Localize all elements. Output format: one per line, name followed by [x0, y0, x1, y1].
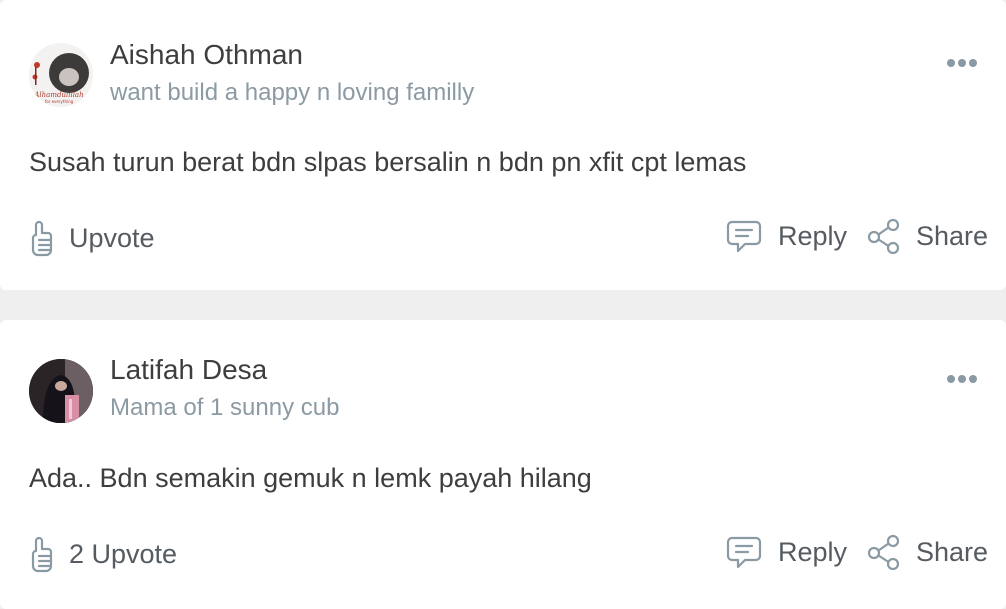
share-button[interactable]: Share [866, 218, 988, 254]
comment-text: Susah turun berat bdn slpas bersalin n b… [29, 147, 747, 177]
share-button[interactable]: Share [866, 534, 988, 570]
comment-card: Alhamdulillah for everything Aishah Othm… [0, 0, 1006, 290]
avatar-script-lettering: Alhamdulillah [33, 91, 83, 99]
share-icon [866, 218, 902, 254]
upvote-label: 2 Upvote [69, 538, 178, 569]
author-bio: Mama of 1 sunny cub [110, 394, 340, 421]
share-label: Share [916, 220, 989, 251]
more-dots-icon[interactable] [946, 371, 978, 383]
chat-bubble-icon [726, 218, 762, 254]
reply-button[interactable]: Reply [726, 534, 847, 570]
upvote-label: Upvote [69, 222, 155, 253]
reply-button[interactable]: Reply [726, 218, 847, 254]
comment-feed: Alhamdulillah for everything Aishah Othm… [0, 0, 1006, 609]
reply-label: Reply [778, 220, 848, 251]
more-dots-icon[interactable] [946, 55, 978, 67]
author-bio: want build a happy n loving familly [110, 79, 475, 106]
thumbs-up-icon [27, 534, 55, 574]
avatar[interactable]: Alhamdulillah for everything [29, 43, 93, 107]
svg-text:for everything: for everything [45, 99, 74, 104]
comment-text: Ada.. Bdn semakin gemuk n lemk payah hil… [29, 463, 592, 493]
reply-label: Reply [778, 536, 848, 567]
avatar[interactable] [29, 359, 93, 423]
upvote-button[interactable]: Upvote [27, 218, 155, 258]
author-name[interactable]: Aishah Othman [110, 39, 303, 71]
chat-bubble-icon [726, 534, 762, 570]
thumbs-up-icon [27, 218, 55, 258]
comment-card: Latifah Desa Mama of 1 sunny cub Ada.. B… [0, 320, 1006, 609]
share-label: Share [916, 536, 989, 567]
author-name[interactable]: Latifah Desa [110, 354, 267, 386]
upvote-button[interactable]: 2 Upvote [27, 534, 177, 574]
share-icon [866, 534, 902, 570]
